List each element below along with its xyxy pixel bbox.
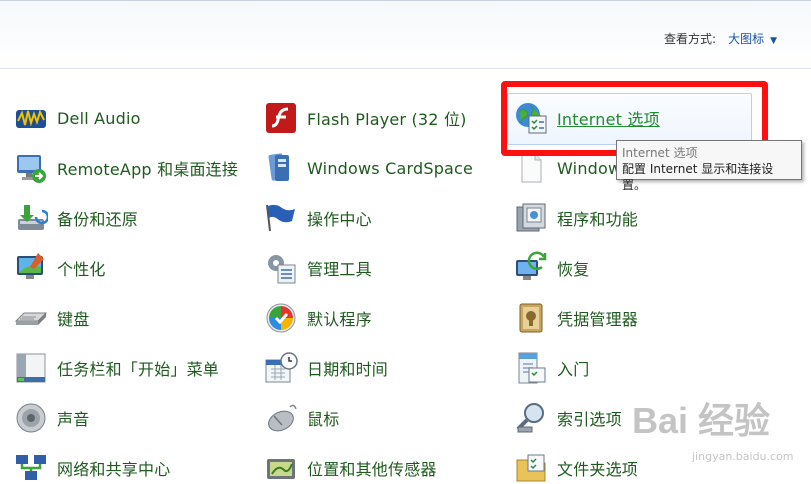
action-center-flag-icon (266, 204, 295, 232)
credential-manager-icon (519, 303, 543, 333)
tooltip: Internet 选项 配置 Internet 显示和连接设置。 (616, 140, 802, 192)
recovery-icon (516, 251, 547, 280)
personalization-icon (17, 253, 44, 279)
remoteapp-icon (17, 155, 46, 183)
cp-item-flash-player[interactable]: Flash Player (32 位) (264, 98, 467, 138)
cp-item-location-sensors[interactable]: 位置和其他传感器 (264, 448, 437, 484)
cp-item-credential-manager[interactable]: 凭据管理器 (514, 298, 638, 338)
tooltip-body: 配置 Internet 显示和连接设置。 (622, 162, 774, 192)
flash-player-icon (266, 103, 296, 133)
cp-item-keyboard[interactable]: 键盘 (14, 298, 89, 338)
cp-item-action-center[interactable]: 操作中心 (264, 198, 372, 238)
dell-audio-icon (16, 109, 46, 128)
cp-item-recovery[interactable]: 恢复 (514, 248, 589, 288)
cp-item-admin-tools[interactable]: 管理工具 (264, 248, 372, 288)
folder-options-icon (516, 454, 546, 482)
view-by-label: 查看方式: (664, 32, 717, 46)
location-sensors-icon (267, 459, 295, 479)
admin-tools-icon (268, 255, 296, 284)
cp-item-date-time[interactable]: 日期和时间 (264, 348, 388, 388)
programs-features-icon (516, 203, 546, 232)
cp-item-personalization[interactable]: 个性化 (14, 248, 106, 288)
header-bar: 查看方式: 大图标 ▼ (0, 0, 811, 68)
cp-item-getting-started[interactable]: 入门 (514, 348, 589, 388)
cp-item-indexing[interactable]: 索引选项 (514, 398, 622, 438)
cp-item-network[interactable]: 网络和共享中心 (14, 448, 170, 484)
cp-item-remoteapp[interactable]: RemoteApp 和桌面连接 (14, 148, 238, 188)
taskbar-icon (16, 353, 46, 383)
cp-item-taskbar[interactable]: 任务栏和「开始」菜单 (14, 348, 219, 388)
tooltip-title: Internet 选项 (622, 146, 698, 160)
chevron-down-icon[interactable]: ▼ (770, 36, 777, 46)
mouse-icon (268, 404, 297, 432)
cardspace-icon (268, 153, 289, 181)
cp-item-programs-features[interactable]: 程序和功能 (514, 198, 638, 238)
network-icon (16, 455, 46, 480)
indexing-icon (516, 403, 544, 433)
default-programs-icon (266, 303, 296, 333)
cp-item-dell-audio[interactable]: Dell Audio (14, 98, 141, 138)
baidu-watermark: Bai 经验 jingyan.baidu.com (620, 392, 800, 468)
cp-item-sound[interactable]: 声音 (14, 398, 89, 438)
cp-item-cardspace[interactable]: Windows CardSpace (264, 148, 473, 188)
getting-started-icon (518, 352, 546, 384)
watermark-url: jingyan.baidu.com (692, 450, 794, 463)
date-time-icon (265, 352, 298, 383)
cp-item-mouse[interactable]: 鼠标 (264, 398, 339, 438)
sound-icon (16, 403, 46, 433)
backup-restore-icon (18, 205, 48, 230)
watermark-text: Bai 经验 (632, 400, 771, 441)
cp-item-default-programs[interactable]: 默认程序 (264, 298, 372, 338)
header-divider (0, 68, 811, 69)
view-by: 查看方式: 大图标 ▼ (664, 30, 777, 47)
cp-item-backup-restore[interactable]: 备份和还原 (14, 198, 138, 238)
view-by-value[interactable]: 大图标 (728, 32, 764, 46)
windows-document-icon (521, 153, 542, 183)
keyboard-icon (14, 312, 48, 325)
view-by-dropdown[interactable]: 大图标 ▼ (728, 30, 777, 47)
